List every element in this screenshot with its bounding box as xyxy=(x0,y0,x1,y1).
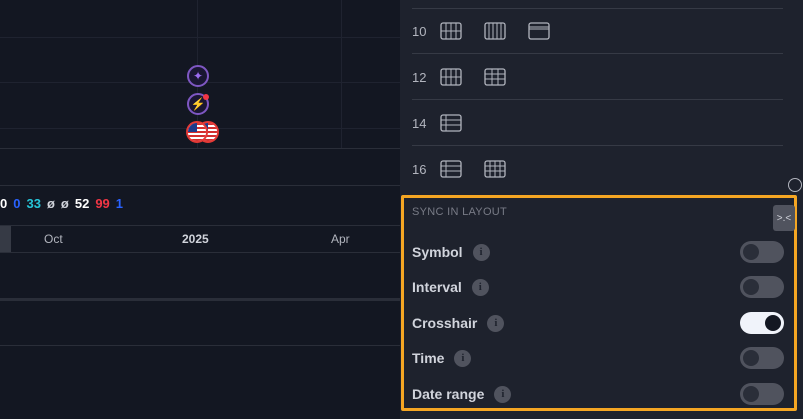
indicator-value: 0 xyxy=(0,195,8,211)
info-icon[interactable]: i xyxy=(454,349,472,367)
sync-item-interval[interactable]: Interval i xyxy=(412,275,784,299)
sync-highlight-frame xyxy=(401,195,797,411)
indicator-value: 33 xyxy=(26,195,41,211)
sync-item-label: Interval xyxy=(412,279,462,295)
indicator-value: 1 xyxy=(115,195,124,211)
toggle-knob xyxy=(743,386,759,402)
pane-separator[interactable] xyxy=(0,185,400,186)
layout-row-16: 16 xyxy=(412,146,783,192)
info-icon[interactable]: i xyxy=(487,314,505,332)
axis-handle[interactable] xyxy=(0,226,11,252)
toggle-knob xyxy=(743,279,759,295)
toggle-knob xyxy=(765,315,781,331)
grid-10-vertical-icon[interactable] xyxy=(484,22,506,40)
sync-item-label: Symbol xyxy=(412,244,463,260)
info-icon[interactable]: i xyxy=(472,243,490,261)
pane-resize-handle[interactable] xyxy=(0,298,400,301)
indicator-value: 0 xyxy=(13,195,21,211)
us-flag-event-icon[interactable] xyxy=(186,121,208,143)
grid-14-icon[interactable] xyxy=(440,114,462,132)
grid-10-cols-icon[interactable] xyxy=(440,22,462,40)
indicator-value: 52 xyxy=(74,195,90,211)
pane-separator[interactable] xyxy=(0,148,400,149)
grid-12-b-icon[interactable] xyxy=(484,68,506,86)
date-range-toggle[interactable] xyxy=(740,383,784,405)
time-axis-label: Oct xyxy=(44,232,63,246)
crosshair-toggle[interactable] xyxy=(740,312,784,334)
layout-count: 10 xyxy=(412,23,427,39)
toggle-knob xyxy=(743,244,759,260)
indicator-value: ø xyxy=(46,195,55,211)
sync-item-date-range[interactable]: Date range i xyxy=(412,382,784,406)
indicator-value: ø xyxy=(60,195,69,211)
layout-count: 14 xyxy=(412,115,427,131)
grid-12-a-icon[interactable] xyxy=(440,68,462,86)
sync-item-symbol[interactable]: Symbol i xyxy=(412,240,784,264)
grid-16-a-icon[interactable] xyxy=(440,160,462,178)
sync-item-label: Time xyxy=(412,350,445,366)
toggle-knob xyxy=(743,350,759,366)
indicator-value: 99 xyxy=(95,195,110,211)
grid-line xyxy=(341,0,342,148)
time-axis-label: Apr xyxy=(331,232,350,246)
collapse-icon[interactable]: >.< xyxy=(773,205,795,231)
sync-item-time[interactable]: Time i xyxy=(412,346,784,370)
grid-line xyxy=(0,37,400,38)
scroll-indicator-icon xyxy=(788,178,802,192)
info-icon[interactable]: i xyxy=(494,385,512,403)
info-icon[interactable]: i xyxy=(471,278,489,296)
sync-section-title: SYNC IN LAYOUT xyxy=(412,206,508,218)
time-toggle[interactable] xyxy=(740,347,784,369)
sync-item-label: Date range xyxy=(412,386,485,402)
chart-area[interactable]: ✦ ⚡ 0 0 33 ø ø 52 99 1 Oct 2025 Apr xyxy=(0,0,400,419)
grid-16-b-icon[interactable] xyxy=(484,160,506,178)
time-axis-label: 2025 xyxy=(182,232,209,246)
layout-row-10: 10 xyxy=(412,8,783,54)
indicator-values: 0 0 33 ø ø 52 99 1 xyxy=(0,193,123,213)
layout-count: 16 xyxy=(412,161,427,177)
grid-10-horizontal-icon[interactable] xyxy=(528,22,550,40)
layout-row-12: 12 xyxy=(412,54,783,100)
time-axis[interactable]: Oct 2025 Apr xyxy=(0,225,400,253)
interval-toggle[interactable] xyxy=(740,276,784,298)
notification-dot xyxy=(203,94,209,100)
pane-separator[interactable] xyxy=(0,345,400,346)
layout-row-14: 14 xyxy=(412,100,783,146)
sync-item-label: Crosshair xyxy=(412,315,478,331)
sync-item-crosshair[interactable]: Crosshair i xyxy=(412,311,784,335)
sparkle-event-icon[interactable]: ✦ xyxy=(187,65,209,87)
symbol-toggle[interactable] xyxy=(740,241,784,263)
layout-count: 12 xyxy=(412,69,427,85)
